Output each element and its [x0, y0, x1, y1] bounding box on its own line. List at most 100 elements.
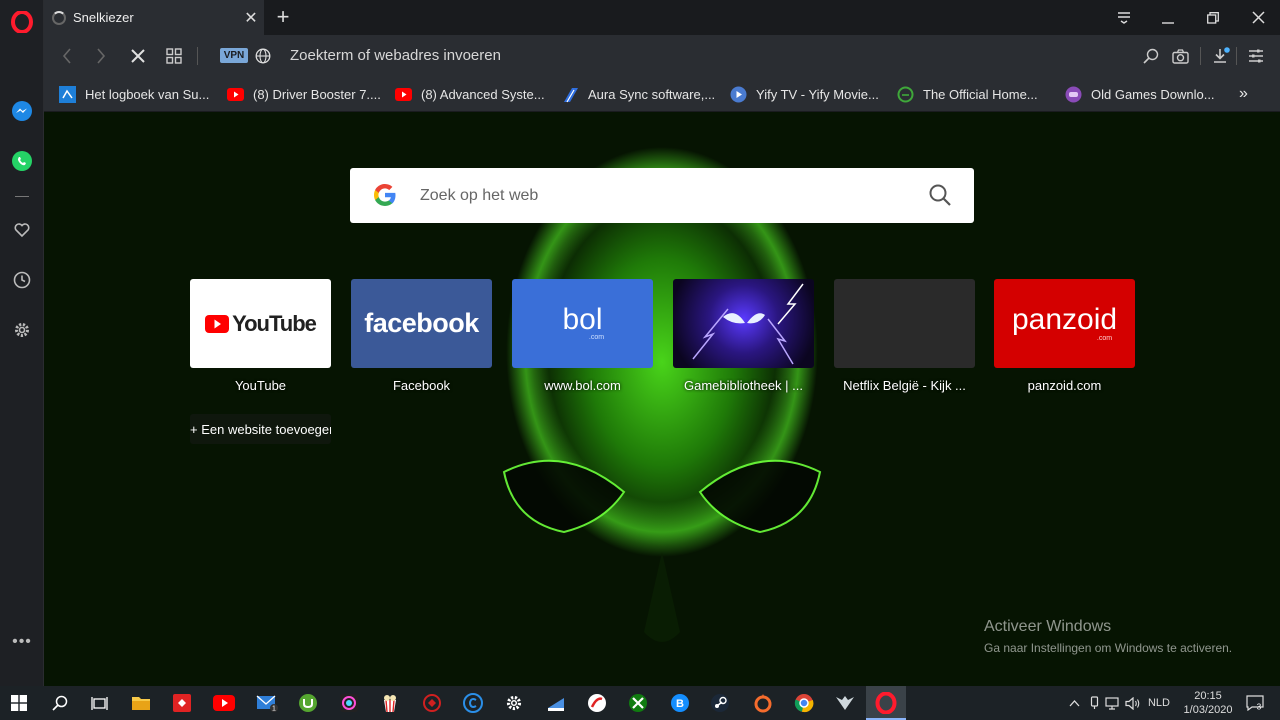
bookmark-item[interactable]: (8) Advanced Syste...	[395, 77, 545, 111]
bookmark-label: Het logboek van Su...	[85, 86, 210, 102]
opera-logo-icon[interactable]	[8, 8, 36, 36]
close-window-icon[interactable]	[1236, 0, 1280, 35]
speed-dial-label: panzoid.com	[1027, 378, 1102, 393]
speed-dial-netflix[interactable]: Netflix België - Kijk ...	[834, 279, 975, 393]
youtube-app-icon[interactable]	[212, 691, 236, 715]
history-clock-icon[interactable]	[8, 266, 36, 294]
url-field[interactable]: Zoekterm of webadres invoeren	[290, 47, 501, 64]
download-icon[interactable]	[1208, 43, 1234, 69]
task-view-icon[interactable]	[87, 691, 111, 715]
opera-gx-icon[interactable]	[585, 691, 609, 715]
red-shield-icon[interactable]	[420, 691, 444, 715]
bookmark-item[interactable]: Aura Sync software,...	[562, 77, 715, 111]
add-website-button[interactable]: + Een website toevoegen	[190, 414, 331, 444]
ccleaner-icon[interactable]	[461, 691, 485, 715]
speed-dial-label: Netflix België - Kijk ...	[843, 378, 966, 393]
notification-center-icon[interactable]: 3	[1244, 686, 1266, 720]
speed-dial-bol[interactable]: bol .com www.bol.com	[512, 279, 653, 393]
search-zoom-icon[interactable]	[1138, 43, 1164, 69]
heart-icon[interactable]	[8, 216, 36, 244]
stop-loading-icon[interactable]	[125, 43, 151, 69]
facebook-thumbnail: facebook	[351, 279, 492, 368]
search-input[interactable]	[420, 168, 900, 223]
activation-title: Activeer Windows	[984, 618, 1112, 635]
more-bookmarks-chevron-icon[interactable]: »	[1239, 77, 1248, 111]
snapshot-camera-icon[interactable]	[1167, 43, 1193, 69]
windows-start-icon[interactable]	[7, 691, 31, 715]
sidebar-separator	[15, 196, 29, 197]
sidebar: •••	[0, 0, 44, 686]
usb-device-icon[interactable]	[1087, 686, 1101, 720]
tab-menu-icon[interactable]	[1102, 0, 1146, 35]
purple-icon	[1065, 86, 1082, 103]
more-dots-icon[interactable]: •••	[8, 628, 36, 656]
notification-count: 3	[1257, 703, 1262, 712]
svg-text:1: 1	[272, 706, 276, 713]
play-icon	[730, 86, 747, 103]
bookmark-item[interactable]: The Official Home...	[897, 77, 1038, 111]
vpn-badge[interactable]: VPN	[220, 48, 248, 63]
utorrent-icon[interactable]	[296, 691, 320, 715]
easy-setup-icon[interactable]	[1243, 43, 1269, 69]
netflix-thumbnail	[834, 279, 975, 368]
speed-dial-youtube[interactable]: YouTube YouTube	[190, 279, 331, 393]
opera-taskbar-active[interactable]	[866, 686, 906, 720]
address-bar: VPN Zoekterm of webadres invoeren	[44, 35, 1280, 77]
whatsapp-icon[interactable]	[8, 147, 36, 175]
speed-dial-gamebibliotheek[interactable]: Gamebibliotheek | ...	[673, 279, 814, 393]
clock[interactable]: 20:15 1/03/2020	[1176, 686, 1240, 720]
panzoid-logo-text: panzoid	[1011, 303, 1118, 336]
loading-spinner-icon	[52, 10, 66, 25]
tab-close-icon[interactable]: ✕	[238, 8, 264, 28]
chrome-icon[interactable]	[792, 691, 816, 715]
settings-gear-icon[interactable]	[8, 316, 36, 344]
panzoid-thumbnail: panzoid .com	[994, 279, 1135, 368]
speed-dial-facebook[interactable]: facebook Facebook	[351, 279, 492, 393]
speed-dial-panzoid[interactable]: panzoid .com panzoid.com	[994, 279, 1135, 393]
restore-icon[interactable]	[1191, 0, 1235, 35]
language-indicator[interactable]: NLD	[1145, 686, 1173, 720]
asus-icon	[562, 86, 579, 103]
network-icon[interactable]	[1104, 686, 1122, 720]
search-icon[interactable]	[928, 183, 952, 212]
forward-arrow-icon[interactable]	[88, 43, 114, 69]
tab-snelkiezer[interactable]: Snelkiezer ✕	[44, 0, 264, 35]
app-red-icon[interactable]	[170, 691, 194, 715]
volume-speaker-icon[interactable]	[1124, 686, 1142, 720]
bookmark-label: Yify TV - Yify Movie...	[756, 86, 879, 102]
search-box[interactable]	[350, 168, 974, 223]
bol-logo-sub: .com	[588, 334, 605, 341]
tray-expand-chevron-icon[interactable]	[1066, 686, 1082, 720]
new-tab-plus-icon[interactable]: +	[270, 4, 296, 30]
taskbar-search-icon[interactable]	[48, 691, 72, 715]
minimize-icon[interactable]	[1146, 0, 1190, 35]
battlenet-icon[interactable]: B	[668, 691, 692, 715]
youtube-logo-icon	[205, 314, 230, 333]
game-wings-icon[interactable]	[833, 691, 857, 715]
google-g-icon	[372, 182, 398, 213]
app-blue-icon[interactable]	[544, 691, 568, 715]
activation-subtitle: Ga naar Instellingen om Windows te activ…	[984, 641, 1233, 655]
address-separator-2	[1200, 47, 1201, 65]
tabs-grid-icon[interactable]	[161, 43, 187, 69]
address-separator	[197, 47, 198, 65]
globe-icon[interactable]	[250, 43, 276, 69]
bol-logo-text: bol	[562, 303, 603, 336]
origin-icon[interactable]	[751, 691, 775, 715]
opera-taskbar-icon	[875, 692, 897, 714]
bookmark-item[interactable]: (8) Driver Booster 7....	[227, 77, 381, 111]
bookmarks-bar: Het logboek van Su... (8) Driver Booster…	[44, 77, 1280, 112]
popcorn-icon[interactable]	[378, 691, 402, 715]
steam-icon[interactable]	[708, 691, 732, 715]
mail-icon[interactable]: 1	[255, 691, 279, 715]
xbox-icon[interactable]	[626, 691, 650, 715]
bookmark-item[interactable]: Old Games Downlo...	[1065, 77, 1215, 111]
file-explorer-icon[interactable]	[129, 691, 153, 715]
settings-icon[interactable]	[502, 691, 526, 715]
back-arrow-icon[interactable]	[54, 43, 80, 69]
bookmark-item[interactable]: Het logboek van Su...	[59, 77, 209, 111]
bookmark-item[interactable]: Yify TV - Yify Movie...	[730, 77, 879, 111]
messenger-icon[interactable]	[8, 97, 36, 125]
bookmark-label: Aura Sync software,...	[588, 86, 716, 102]
aura-icon[interactable]	[337, 691, 361, 715]
